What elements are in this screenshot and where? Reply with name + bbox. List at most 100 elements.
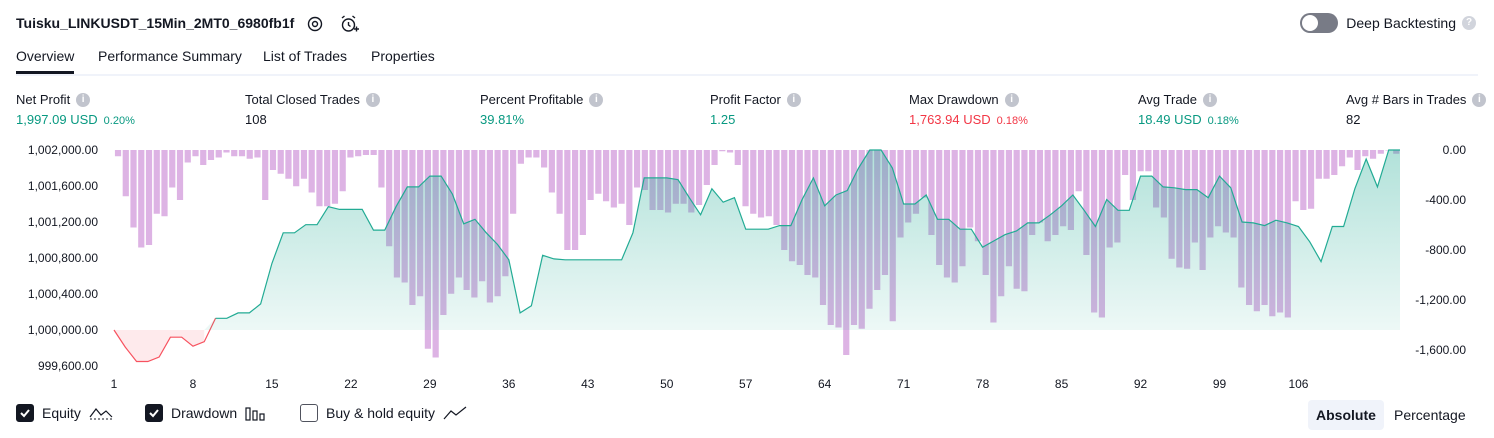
- drawdown-bar: [308, 150, 315, 193]
- left-axis-tick-label: 1,002,000.00: [28, 143, 98, 157]
- equity-toggle[interactable]: Equity: [16, 404, 113, 422]
- x-axis-tick-label: 78: [976, 377, 990, 391]
- x-axis-tick-label: 64: [818, 377, 832, 391]
- drawdown-bar: [324, 150, 331, 207]
- drawdown-bar: [114, 150, 122, 157]
- chart-legend-bar: Equity Drawdown Buy & hold equity Absolu…: [0, 398, 1494, 432]
- drawdown-bar: [595, 150, 602, 194]
- drawdown-bar: [742, 150, 749, 207]
- drawdown-bar: [1292, 150, 1299, 202]
- drawdown-bar: [223, 150, 230, 153]
- left-axis-tick-label: 999,600.00: [38, 359, 98, 373]
- tab-list-of-trades[interactable]: List of Trades: [263, 48, 347, 64]
- drawdown-bar: [1145, 150, 1152, 172]
- drawdown-bar: [1354, 150, 1361, 170]
- drawdown-bar: [339, 150, 346, 192]
- x-axis-tick-label: 1: [111, 377, 118, 391]
- equity-checkbox[interactable]: [16, 404, 34, 422]
- drawdown-bar: [1377, 150, 1384, 154]
- x-axis-tick-label: 43: [581, 377, 595, 391]
- metric-value: 18.49 USD: [1138, 112, 1202, 127]
- metric-percent: 0.18%: [996, 115, 1028, 127]
- drawdown-bar: [974, 150, 982, 242]
- drawdown-bar: [556, 150, 563, 214]
- buyhold-toggle[interactable]: Buy & hold equity: [300, 404, 467, 422]
- metric-avg-bars-in-trades: Avg # Bars in Trades i 82: [1346, 92, 1487, 127]
- metric-label: Total Closed Trades: [245, 92, 360, 107]
- info-icon[interactable]: i: [589, 92, 604, 107]
- drawdown-bar: [1315, 150, 1322, 179]
- drawdown-bar: [293, 150, 300, 187]
- drawdown-bar: [541, 150, 548, 168]
- info-icon[interactable]: i: [1472, 92, 1487, 107]
- drawdown-bar: [525, 150, 532, 158]
- drawdown-bar: [1346, 150, 1353, 158]
- settings-icon[interactable]: [305, 14, 325, 34]
- metric-value: 1.25: [710, 112, 736, 127]
- x-axis-tick-label: 92: [1134, 377, 1148, 391]
- metric-value: 39.81%: [480, 112, 525, 127]
- tab-performance-summary[interactable]: Performance Summary: [98, 48, 242, 64]
- buyhold-label: Buy & hold equity: [326, 405, 435, 421]
- x-axis-tick-label: 36: [502, 377, 516, 391]
- deep-backtesting-label: Deep Backtesting: [1346, 15, 1456, 31]
- metric-label: Percent Profitable: [480, 92, 584, 107]
- drawdown-bar: [215, 150, 222, 158]
- buyhold-checkbox[interactable]: [300, 404, 318, 422]
- drawdown-bar: [1307, 150, 1315, 209]
- metric-percent-profitable: Percent Profitable i 39.81%: [480, 92, 604, 127]
- info-icon[interactable]: i: [1004, 92, 1019, 107]
- percentage-button[interactable]: Percentage: [1386, 400, 1474, 430]
- left-axis-tick-label: 1,001,200.00: [28, 215, 98, 229]
- drawdown-bar: [618, 150, 625, 204]
- equity-label: Equity: [42, 405, 81, 421]
- drawdown-bar: [238, 150, 246, 157]
- info-icon[interactable]: i: [365, 92, 380, 107]
- info-icon[interactable]: i: [76, 92, 91, 107]
- drawdown-bar: [370, 150, 377, 155]
- drawdown-bar: [285, 150, 292, 179]
- drawdown-toggle[interactable]: Drawdown: [145, 404, 267, 422]
- drawdown-bar: [1137, 150, 1144, 172]
- tab-overview[interactable]: Overview: [16, 48, 75, 74]
- tab-properties[interactable]: Properties: [371, 48, 435, 64]
- x-axis-tick-label: 22: [344, 377, 358, 391]
- x-axis-tick-label: 50: [660, 377, 674, 391]
- drawdown-bar: [719, 150, 726, 152]
- drawdown-bar: [548, 150, 555, 193]
- drawdown-bar: [633, 150, 641, 188]
- drawdown-bar: [610, 150, 617, 208]
- absolute-button[interactable]: Absolute: [1308, 400, 1384, 430]
- info-icon[interactable]: i: [786, 92, 801, 107]
- deep-backtesting-toggle[interactable]: [1300, 13, 1339, 33]
- info-icon[interactable]: i: [1203, 92, 1218, 107]
- drawdown-bar: [378, 150, 385, 188]
- strategy-title: Tuisku_LINKUSDT_15Min_2MT0_6980fb1f: [16, 15, 295, 31]
- drawdown-checkbox[interactable]: [145, 404, 163, 422]
- drawdown-bar: [362, 150, 370, 155]
- drawdown-bar: [711, 150, 718, 165]
- alarm-add-icon[interactable]: [339, 14, 359, 34]
- drawdown-bar: [920, 150, 927, 198]
- x-axis-tick-label: 106: [1288, 377, 1308, 391]
- metric-value: 108: [245, 112, 267, 127]
- drawdown-bar: [1362, 150, 1369, 157]
- drawdown-bar: [602, 150, 610, 202]
- drawdown-bar: [1338, 150, 1346, 167]
- drawdown-bar: [1122, 150, 1129, 175]
- equity-drawdown-chart: 1,002,000.00 1,001,600.00 1,001,200.00 1,00…: [28, 143, 1467, 391]
- help-icon[interactable]: ?: [1462, 16, 1476, 30]
- drawdown-bars-icon: [245, 407, 265, 421]
- drawdown-bar: [1369, 150, 1377, 159]
- toggle-knob: [1302, 15, 1319, 31]
- metric-total-closed-trades: Total Closed Trades i 108: [245, 92, 380, 127]
- drawdown-bar: [726, 150, 734, 153]
- x-axis-tick-label: 99: [1213, 377, 1227, 391]
- x-axis-tick-label: 8: [190, 377, 197, 391]
- right-axis-tick-label: 0.00: [1443, 143, 1467, 157]
- metric-label: Max Drawdown: [909, 92, 999, 107]
- drawdown-bar: [130, 150, 137, 228]
- drawdown-bar: [138, 150, 145, 248]
- drawdown-bar: [517, 150, 524, 164]
- metric-label: Net Profit: [16, 92, 71, 107]
